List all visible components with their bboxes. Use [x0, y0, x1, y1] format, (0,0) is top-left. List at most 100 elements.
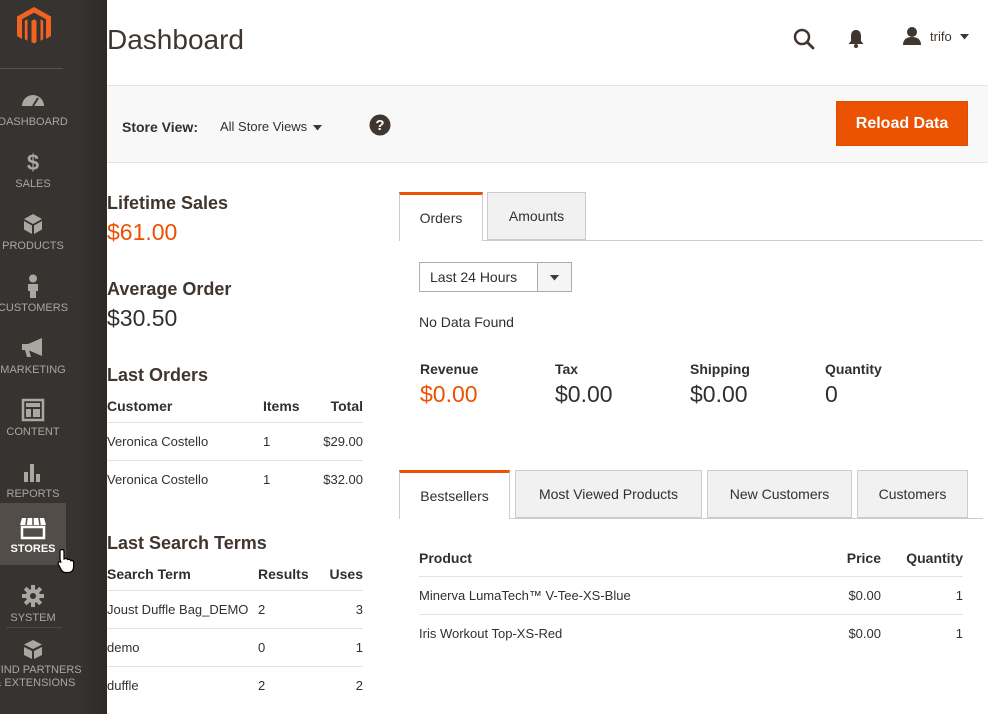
- nav-find-partners[interactable]: FIND PARTNERS & EXTENSIONS: [0, 634, 82, 714]
- average-order-title: Average Order: [107, 279, 232, 299]
- tab-amounts[interactable]: Amounts: [487, 192, 586, 240]
- product-quantity: 1: [881, 576, 963, 615]
- product-price: $0.00: [848, 626, 881, 641]
- dashboard-icon: [22, 95, 44, 107]
- store-icon: [20, 517, 46, 540]
- gear-icon: [22, 585, 44, 607]
- table-row[interactable]: Iris Workout Top-XS-Red $0.00 1: [419, 615, 963, 653]
- period-select[interactable]: Last 24 Hours: [419, 262, 572, 292]
- layout-icon: [21, 398, 45, 422]
- product-price: $0.00: [801, 576, 881, 615]
- table-row[interactable]: Veronica Costello 1 $29.00: [107, 422, 363, 461]
- nav-marketing[interactable]: MARKETING: [0, 324, 66, 386]
- store-switcher-bar: Store View: All Store Views ? Reload Dat…: [107, 85, 988, 163]
- last-search-terms-table: Search Term Results Uses Joust Duffle Ba…: [107, 558, 363, 704]
- search-term: Joust Duffle Bag_DEMO: [107, 590, 259, 629]
- nav-reports-label: REPORTS: [6, 488, 60, 500]
- nav-products[interactable]: PRODUCTS: [0, 200, 66, 262]
- order-customer: Veronica Costello: [107, 472, 209, 487]
- reload-data-button[interactable]: Reload Data: [836, 101, 968, 146]
- order-customer: Veronica Costello: [107, 422, 263, 461]
- last-search-terms-title: Last Search Terms: [107, 533, 267, 553]
- tax-label: Tax: [555, 361, 579, 377]
- search-uses: 3: [329, 590, 363, 629]
- col-total: Total: [318, 390, 363, 423]
- store-view-label: Store View:: [122, 119, 198, 135]
- bell-icon[interactable]: [847, 29, 865, 49]
- store-view-dropdown[interactable]: All Store Views: [220, 119, 307, 134]
- user-menu-name[interactable]: trifo: [930, 29, 952, 44]
- total-tax: Tax $0.00: [555, 361, 613, 408]
- product-quantity: 1: [955, 626, 963, 641]
- table-row[interactable]: Minerva LumaTech™ V-Tee-XS-Blue $0.00 1: [419, 576, 963, 615]
- search-icon[interactable]: [792, 27, 816, 51]
- col-uses: Uses: [329, 558, 363, 591]
- col-product: Product: [419, 540, 801, 577]
- magento-logo[interactable]: [16, 6, 52, 46]
- megaphone-icon: [22, 338, 42, 357]
- table-row[interactable]: demo 0 1: [107, 628, 363, 667]
- extensions-icon: [24, 640, 42, 659]
- total-shipping: Shipping $0.00: [690, 361, 750, 408]
- lifetime-sales-title: Lifetime Sales: [107, 193, 229, 213]
- table-row[interactable]: duffle 2 2: [107, 667, 363, 705]
- tab-bestsellers[interactable]: Bestsellers: [399, 470, 510, 519]
- table-row[interactable]: Veronica Costello 1 $32.00: [107, 461, 363, 499]
- search-results: 2: [258, 590, 330, 629]
- search-term: duffle: [107, 678, 139, 693]
- last-orders-title: Last Orders: [107, 365, 209, 385]
- col-search-term: Search Term: [107, 558, 259, 591]
- bestsellers-table: Product Price Quantity Minerva LumaTech™…: [419, 540, 963, 652]
- table-row[interactable]: Joust Duffle Bag_DEMO 2 3: [107, 590, 363, 629]
- last-orders-table: Customer Items Total Veronica Costello 1…: [107, 390, 363, 498]
- nav-dashboard[interactable]: DASHBOARD: [0, 76, 68, 138]
- help-icon[interactable]: ?: [369, 114, 391, 136]
- chevron-down-icon[interactable]: [960, 34, 969, 40]
- chart-tabs-baseline: [399, 240, 983, 241]
- tab-customers[interactable]: Customers: [857, 470, 968, 518]
- user-avatar-icon[interactable]: [902, 26, 922, 46]
- dollar-icon: $: [27, 150, 39, 174]
- logo-divider: [0, 68, 63, 69]
- lifetime-sales: Lifetime Sales $61.00: [107, 193, 228, 246]
- order-total: $29.00: [318, 422, 363, 461]
- tab-orders[interactable]: Orders: [399, 192, 483, 241]
- person-icon: [28, 274, 38, 298]
- order-items: 1: [263, 472, 271, 487]
- nav-reports[interactable]: REPORTS: [0, 448, 66, 510]
- col-quantity: Quantity: [881, 540, 963, 577]
- box-icon: [24, 214, 42, 234]
- col-price: Price: [801, 540, 881, 577]
- bar-chart-icon: [24, 464, 40, 482]
- store-view-chevron-icon[interactable]: [313, 125, 322, 131]
- page-title: Dashboard: [107, 24, 244, 55]
- no-data-message: No Data Found: [419, 314, 514, 330]
- search-term: demo: [107, 628, 259, 667]
- product-name: Iris Workout Top-XS-Red: [419, 626, 563, 641]
- col-results: Results: [258, 558, 330, 591]
- nav-content[interactable]: CONTENT: [0, 386, 66, 448]
- chevron-down-icon: [550, 275, 559, 281]
- col-items: Items: [263, 390, 318, 423]
- nav-system[interactable]: SYSTEM: [0, 572, 66, 634]
- tab-new-customers[interactable]: New Customers: [707, 470, 852, 518]
- nav-find-partners-line2: & EXTENSIONS: [0, 677, 76, 689]
- average-order-value: $30.50: [107, 305, 178, 331]
- search-uses: 2: [355, 678, 363, 693]
- quantity-value: 0: [825, 381, 838, 407]
- nav-system-label: SYSTEM: [10, 612, 56, 624]
- period-select-toggle[interactable]: [537, 263, 571, 291]
- nav-find-partners-line1: FIND PARTNERS: [0, 664, 82, 676]
- revenue-value: $0.00: [420, 381, 478, 407]
- nav-customers[interactable]: CUSTOMERS: [0, 262, 68, 324]
- nav-sales-label: SALES: [15, 178, 51, 190]
- tab-most-viewed-products[interactable]: Most Viewed Products: [515, 470, 702, 518]
- total-quantity: Quantity 0: [825, 361, 882, 408]
- nav-sales[interactable]: $ SALES: [0, 138, 66, 200]
- nav-find-partners-label: FIND PARTNERS & EXTENSIONS: [0, 664, 82, 690]
- period-select-value: Last 24 Hours: [430, 269, 518, 285]
- nav-customers-label: CUSTOMERS: [0, 302, 69, 314]
- order-items: 1: [263, 422, 318, 461]
- search-uses: 1: [329, 628, 363, 667]
- table-header-row: Search Term Results Uses: [107, 558, 363, 591]
